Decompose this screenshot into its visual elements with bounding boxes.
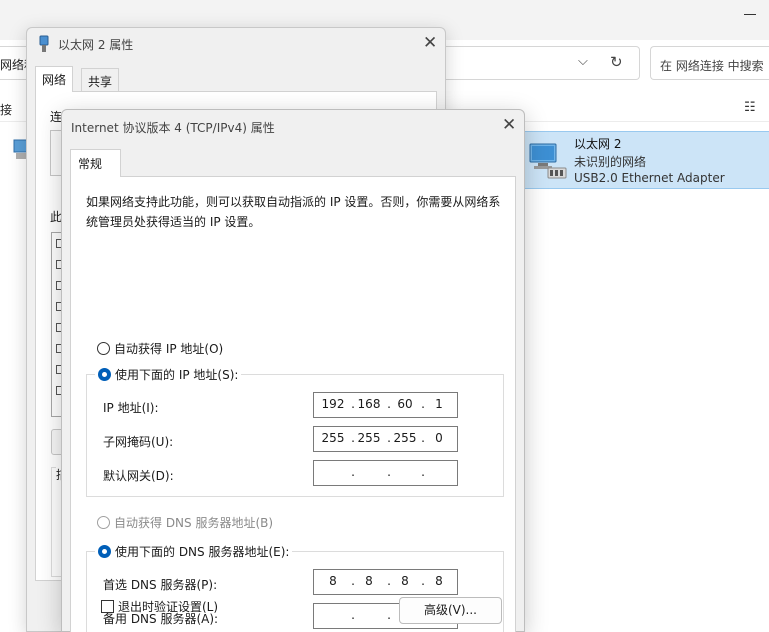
preferred-dns-label: 首选 DNS 服务器(P): [103, 578, 218, 592]
auto-dns-label: 自动获得 DNS 服务器地址(B) [114, 516, 274, 530]
tab-networking[interactable]: 网络 [35, 66, 74, 92]
auto-ip-label: 自动获得 IP 地址(O) [114, 342, 224, 356]
ipv4-properties-dialog: Internet 协议版本 4 (TCP/IPv4) 属性 ✕ 常规 如果网络支… [61, 109, 525, 632]
radio-off-icon [97, 342, 110, 355]
dns-octet: 8 [329, 574, 337, 588]
manual-dns-label: 使用下面的 DNS 服务器地址(E): [115, 545, 290, 559]
preferred-dns-field[interactable]: 8 . 8 . 8 . 8 [313, 569, 458, 595]
adapter-name: 以太网 2 [574, 137, 622, 151]
mask-octet: 255 [393, 431, 417, 445]
adapter-device: USB2.0 Ethernet Adapter [574, 171, 725, 185]
ip-octet: 168 [357, 397, 381, 411]
dialog-title: Internet 协议版本 4 (TCP/IPv4) 属性 [71, 121, 275, 135]
advanced-button[interactable]: 高级(V)... [399, 597, 502, 624]
description-text: 如果网络支持此功能，则可以获取自动指派的 IP 设置。否则，你需要从网络系统管理… [86, 195, 501, 229]
close-icon[interactable]: ✕ [423, 33, 437, 53]
auto-ip-radio[interactable]: 自动获得 IP 地址(O) [97, 340, 223, 357]
mask-octet: 255 [357, 431, 381, 445]
refresh-icon[interactable]: ↻ [610, 53, 623, 71]
tab-sharing[interactable]: 共享 [81, 68, 120, 92]
dns-octet: 8 [365, 574, 373, 588]
subnet-mask-field[interactable]: 255 . 255 . 255 . 0 [313, 426, 458, 452]
tab-general[interactable]: 常规 [70, 149, 121, 177]
manual-ip-radio[interactable]: 使用下面的 IP 地址(S): [95, 366, 242, 383]
ip-octet: 60 [397, 397, 413, 411]
auto-dns-radio: 自动获得 DNS 服务器地址(B) [97, 514, 273, 531]
view-options-icon[interactable]: ☷ [744, 100, 756, 115]
manual-dns-radio[interactable]: 使用下面的 DNS 服务器地址(E): [95, 543, 293, 560]
command-text[interactable]: 接 [0, 101, 12, 118]
radio-on-icon [98, 545, 111, 558]
mask-octet: 255 [321, 431, 345, 445]
mask-octet: 0 [435, 431, 443, 445]
radio-off-icon [97, 516, 110, 529]
subnet-mask-label: 子网掩码(U): [103, 435, 174, 449]
minimize-icon[interactable] [744, 14, 756, 15]
gateway-label: 默认网关(D): [103, 469, 174, 483]
title-bar: 以太网 2 属性 ✕ [27, 28, 445, 60]
adapter-status: 未识别的网络 [574, 155, 647, 169]
validate-label: 退出时验证设置(L) [118, 600, 219, 614]
network-cable-icon [39, 35, 49, 52]
search-input[interactable]: 在 网络连接 中搜索 [650, 46, 769, 80]
chevron-down-icon[interactable]: ⌵ [578, 54, 588, 69]
dialog-title: 以太网 2 属性 [58, 38, 134, 52]
dns-octet: 8 [401, 574, 409, 588]
manual-ip-label: 使用下面的 IP 地址(S): [115, 368, 239, 382]
list-item[interactable]: 以太网 2 未识别的网络 USB2.0 Ethernet Adapter [523, 131, 769, 189]
ip-address-field[interactable]: 192 . 168 . 60 . 1 [313, 392, 458, 418]
ip-group: IP 地址(I): 192 . 168 . 60 . 1 子网掩码(U): 25… [86, 374, 504, 497]
octet-separator: . [387, 465, 391, 479]
ip-octet: 1 [435, 397, 443, 411]
octet-separator: . [351, 608, 355, 622]
octet-separator: . [387, 608, 391, 622]
octet-separator: . [351, 465, 355, 479]
network-adapter-icon [529, 143, 567, 179]
radio-on-icon [98, 368, 111, 381]
dns-octet: 8 [435, 574, 443, 588]
checkbox-icon [101, 600, 114, 613]
tab-panel: 如果网络支持此功能，则可以获取自动指派的 IP 设置。否则，你需要从网络系统管理… [70, 176, 516, 632]
octet-separator: . [421, 465, 425, 479]
close-icon[interactable]: ✕ [502, 115, 516, 135]
gateway-field[interactable]: . . . [313, 460, 458, 486]
ip-address-label: IP 地址(I): [103, 401, 159, 415]
search-placeholder: 在 网络连接 中搜索 [660, 59, 764, 73]
validate-on-exit-checkbox[interactable]: 退出时验证设置(L) [101, 598, 218, 615]
ip-octet: 192 [321, 397, 345, 411]
